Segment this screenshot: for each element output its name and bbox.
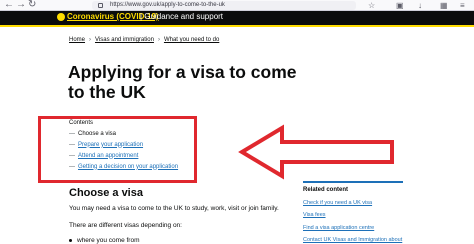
lock-icon [98, 3, 103, 8]
related-link-application-centre[interactable]: Find a visa application centre [303, 224, 374, 232]
list-item-text: where you come from [77, 237, 140, 244]
related-link-visa-fees[interactable]: Visa fees [303, 211, 326, 219]
annotation-highlight-box [38, 116, 197, 183]
breadcrumb-what-you-need-to-do[interactable]: What you need to do [164, 35, 219, 45]
page-title: Applying for a visa to come to the UK [68, 62, 297, 102]
menu-icon[interactable]: ≡ [460, 1, 465, 10]
bookmark-star-icon[interactable]: ☆ [368, 1, 375, 10]
url-text: https://www.gov.uk/apply-to-come-to-the-… [110, 2, 225, 8]
pocket-icon[interactable]: ▣ [396, 1, 404, 10]
list-item: where you come from [69, 236, 140, 244]
section-heading: Choose a visa [69, 187, 143, 199]
breadcrumb-visas-immigration[interactable]: Visas and immigration [95, 35, 154, 45]
bullet-icon [69, 238, 72, 242]
breadcrumb-home[interactable]: Home [69, 35, 85, 45]
downloads-icon[interactable]: ↓ [418, 1, 422, 10]
address-bar[interactable]: https://www.gov.uk/apply-to-come-to-the-… [92, 1, 356, 10]
breadcrumb: Home › Visas and immigration › What you … [69, 35, 219, 45]
back-icon[interactable]: ← [4, 0, 14, 10]
covid-banner-icon [57, 13, 65, 21]
related-content-heading: Related content [303, 187, 349, 193]
annotation-arrow-icon [238, 124, 394, 180]
forward-icon[interactable]: → [16, 0, 26, 10]
breadcrumb-chevron-icon: › [89, 37, 92, 43]
browser-toolbar: ← → ↻ https://www.gov.uk/apply-to-come-t… [0, 0, 474, 11]
related-content-border [303, 181, 403, 183]
header-yellow-stripe [0, 25, 474, 27]
guidance-support-text: | Guidance and support [140, 12, 224, 21]
body-paragraph-depending: There are different visas depending on: [69, 222, 182, 229]
reload-icon[interactable]: ↻ [28, 0, 36, 10]
related-link-contact-ukvi[interactable]: Contact UK Visas and Immigration about [303, 236, 402, 244]
body-paragraph-intro: You may need a visa to come to the UK to… [69, 205, 279, 212]
govuk-header: Coronavirus (COVID-19) | Guidance and su… [0, 11, 474, 25]
related-link-check-visa[interactable]: Check if you need a UK visa [303, 199, 372, 207]
extensions-icon[interactable]: ▦ [440, 1, 448, 10]
breadcrumb-chevron-icon: › [157, 37, 160, 43]
